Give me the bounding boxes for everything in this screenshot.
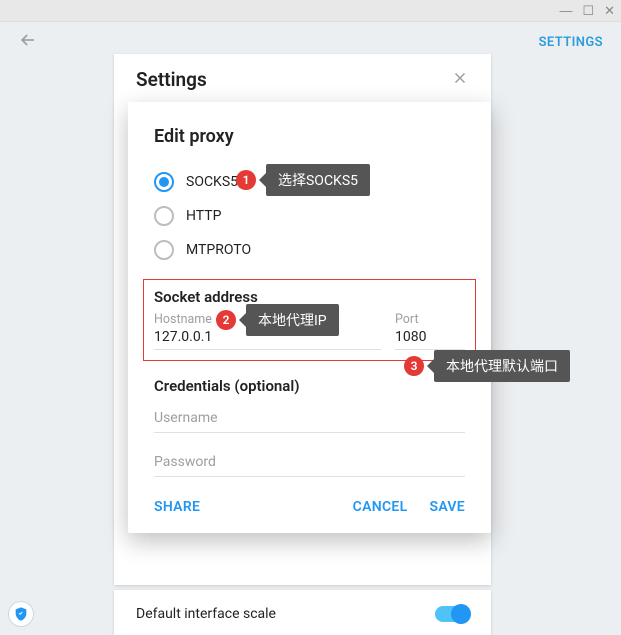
proxy-type-http[interactable]: HTTP [154,199,465,233]
annotation-number: 2 [216,310,236,330]
window-close[interactable]: ✕ [604,3,615,19]
username-input[interactable]: Username [154,401,465,433]
annotation-pointer-icon [259,173,266,187]
radio-icon [154,172,174,192]
radio-icon [154,206,174,226]
settings-close-button[interactable] [451,69,469,91]
cancel-button[interactable]: CANCEL [353,499,408,515]
radio-label: HTTP [186,208,221,224]
annotation-3: 3 本地代理默认端口 [404,350,570,382]
verified-shield-icon [8,601,34,627]
port-label: Port [395,312,465,327]
radio-icon [154,240,174,260]
interface-scale-row: Default interface scale [114,590,491,635]
port-value: 1080 [395,329,465,350]
settings-panel-title: Settings [136,68,207,91]
modal-title: Edit proxy [154,126,465,147]
share-button[interactable]: SHARE [154,499,200,515]
annotation-number: 3 [404,356,424,376]
radio-label: MTPROTO [186,242,251,258]
annotation-tip: 选择SOCKS5 [266,164,370,196]
password-input[interactable]: Password [154,445,465,477]
save-button[interactable]: SAVE [429,499,465,515]
annotation-tip: 本地代理IP [246,304,339,336]
annotation-number: 1 [236,170,256,190]
annotation-tip: 本地代理默认端口 [434,350,570,382]
window-titlebar: — ☐ ✕ [0,0,621,22]
annotation-1: 1 选择SOCKS5 [236,164,370,196]
proxy-type-mtproto[interactable]: MTPROTO [154,233,465,267]
interface-scale-label: Default interface scale [136,606,276,622]
back-button[interactable] [18,30,38,54]
modal-actions: SHARE CANCEL SAVE [154,499,465,515]
window-minimize[interactable]: — [559,3,572,18]
radio-label: SOCKS5 [186,174,238,190]
annotation-2: 2 本地代理IP [216,304,339,336]
password-placeholder: Password [154,454,216,470]
port-field[interactable]: Port 1080 [395,312,465,350]
annotation-pointer-icon [239,313,246,327]
username-placeholder: Username [154,410,218,426]
window-maximize[interactable]: ☐ [582,3,594,19]
annotation-pointer-icon [427,359,434,373]
settings-link[interactable]: SETTINGS [539,35,603,50]
interface-scale-toggle[interactable] [435,606,469,622]
